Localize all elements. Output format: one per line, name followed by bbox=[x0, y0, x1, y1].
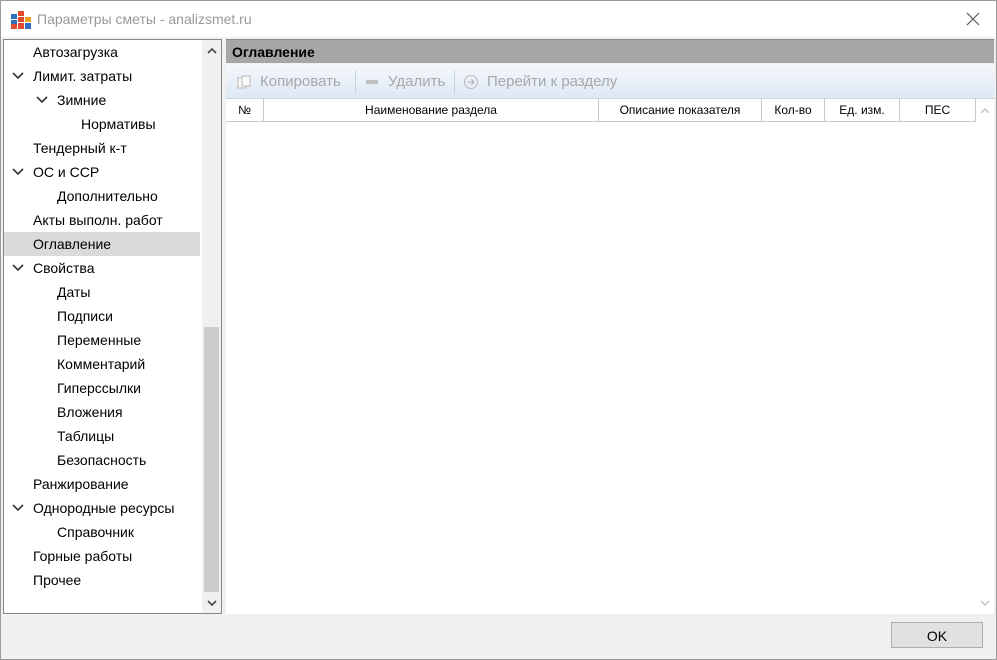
tree-item-label: Справочник bbox=[57, 524, 134, 540]
tree-item-label: Комментарий bbox=[57, 356, 146, 372]
arrow-right-circle-icon bbox=[464, 75, 478, 89]
tree-item[interactable]: Тендерный к-т bbox=[4, 136, 200, 160]
column-header-indicator-description[interactable]: Описание показателя bbox=[599, 99, 762, 121]
scroll-up-button[interactable] bbox=[202, 40, 221, 60]
tree-item-label: Подписи bbox=[57, 308, 113, 324]
delete-label: Удалить bbox=[388, 73, 446, 90]
tree-item[interactable]: Однородные ресурсы bbox=[4, 496, 200, 520]
toolbar-separator bbox=[355, 70, 356, 94]
tree-item[interactable]: Горные работы bbox=[4, 544, 200, 568]
close-button[interactable] bbox=[958, 5, 988, 33]
minus-icon bbox=[366, 80, 378, 84]
tree-item-label: Даты bbox=[57, 284, 91, 300]
tree-item[interactable]: Зимние bbox=[4, 88, 200, 112]
tree-item[interactable]: Дополнительно bbox=[4, 184, 200, 208]
tree-item-label: Гиперссылки bbox=[57, 380, 141, 396]
tree-scrollbar[interactable] bbox=[202, 40, 221, 613]
tree-item[interactable]: ОС и ССР bbox=[4, 160, 200, 184]
tree-item-label: Безопасность bbox=[57, 452, 147, 468]
tree-item-label: Зимние bbox=[57, 92, 107, 108]
chevron-up-icon bbox=[206, 47, 217, 54]
column-header-section-name[interactable]: Наименование раздела bbox=[264, 99, 599, 121]
toolbar-separator bbox=[454, 70, 455, 94]
section-title: Оглавление bbox=[226, 39, 994, 63]
tree-list: Автозагрузка Лимит. затраты Зимние Норматив… bbox=[4, 40, 200, 592]
table-scroll-down-button[interactable] bbox=[976, 594, 994, 612]
settings-tree: Автозагрузка Лимит. затраты Зимние Норматив… bbox=[3, 39, 222, 614]
tree-item[interactable]: Гиперссылки bbox=[4, 376, 200, 400]
chevron-down-icon[interactable] bbox=[12, 503, 24, 513]
scroll-thumb[interactable] bbox=[204, 327, 219, 592]
chevron-down-icon bbox=[206, 599, 217, 606]
tree-item[interactable]: Комментарий bbox=[4, 352, 200, 376]
tree-item-label: Прочее bbox=[33, 572, 82, 588]
column-header-pes[interactable]: ПЕС bbox=[900, 99, 976, 121]
tree-item-label: Вложения bbox=[57, 404, 123, 420]
content-panel: Оглавление Копировать Удалить Перейти к … bbox=[226, 39, 994, 614]
tree-item-label: Горные работы bbox=[33, 548, 133, 564]
grid-app-icon bbox=[11, 11, 31, 29]
tree-item[interactable]: Ранжирование bbox=[4, 472, 200, 496]
tree-item[interactable]: Автозагрузка bbox=[4, 40, 200, 64]
title-bar: Параметры сметы - analizsmet.ru bbox=[1, 1, 996, 37]
tree-item-label: Однородные ресурсы bbox=[33, 500, 175, 516]
tree-item-label: Ранжирование bbox=[33, 476, 129, 492]
copy-icon bbox=[237, 75, 251, 89]
column-header-number[interactable]: № bbox=[226, 99, 264, 121]
tree-item[interactable]: Оглавление bbox=[4, 232, 200, 256]
copy-label: Копировать bbox=[260, 73, 341, 90]
tree-item-label: Свойства bbox=[33, 260, 95, 276]
tree-item[interactable]: Справочник bbox=[4, 520, 200, 544]
chevron-up-icon bbox=[980, 107, 990, 113]
tree-item[interactable]: Безопасность bbox=[4, 448, 200, 472]
tree-item-label: Тендерный к-т bbox=[33, 140, 127, 156]
tree-item[interactable]: Вложения bbox=[4, 400, 200, 424]
tree-item[interactable]: Лимит. затраты bbox=[4, 64, 200, 88]
tree-item-label: Таблицы bbox=[57, 428, 115, 444]
tree-item[interactable]: Акты выполн. работ bbox=[4, 208, 200, 232]
column-header-quantity[interactable]: Кол-во bbox=[762, 99, 825, 121]
window-title: Параметры сметы - analizsmet.ru bbox=[37, 11, 252, 27]
tree-item-label: Нормативы bbox=[81, 116, 156, 132]
tree-item-label: Акты выполн. работ bbox=[33, 212, 163, 228]
tree-item-label: Лимит. затраты bbox=[33, 68, 133, 84]
tree-item[interactable]: Переменные bbox=[4, 328, 200, 352]
chevron-down-icon[interactable] bbox=[36, 95, 48, 105]
tree-item-label: Дополнительно bbox=[57, 188, 158, 204]
chevron-down-icon[interactable] bbox=[12, 167, 24, 177]
tree-item[interactable]: Подписи bbox=[4, 304, 200, 328]
goto-section-label: Перейти к разделу bbox=[487, 73, 618, 90]
scroll-down-button[interactable] bbox=[202, 593, 221, 613]
tree-item[interactable]: Таблицы bbox=[4, 424, 200, 448]
tree-item[interactable]: Даты bbox=[4, 280, 200, 304]
table-body[interactable] bbox=[226, 122, 976, 614]
table-scrollbar[interactable] bbox=[976, 99, 994, 614]
close-icon bbox=[966, 12, 980, 26]
ok-button[interactable]: OK bbox=[891, 622, 983, 648]
chevron-down-icon bbox=[980, 600, 990, 606]
tree-item-label: Переменные bbox=[57, 332, 142, 348]
tree-item-label: Оглавление bbox=[33, 236, 112, 252]
chevron-down-icon[interactable] bbox=[12, 71, 24, 81]
table-header: № Наименование раздела Описание показате… bbox=[226, 99, 976, 122]
toolbar: Копировать Удалить Перейти к разделу bbox=[226, 64, 994, 99]
tree-item-label: Автозагрузка bbox=[33, 44, 118, 60]
table-scroll-up-button[interactable] bbox=[976, 101, 994, 119]
column-header-unit[interactable]: Ед. изм. bbox=[825, 99, 900, 121]
tree-item[interactable]: Прочее bbox=[4, 568, 200, 592]
tree-item[interactable]: Нормативы bbox=[4, 112, 200, 136]
tree-item-label: ОС и ССР bbox=[33, 164, 100, 180]
dialog-window: Параметры сметы - analizsmet.ru Автозагр… bbox=[0, 0, 997, 660]
chevron-down-icon[interactable] bbox=[12, 263, 24, 273]
tree-item[interactable]: Свойства bbox=[4, 256, 200, 280]
